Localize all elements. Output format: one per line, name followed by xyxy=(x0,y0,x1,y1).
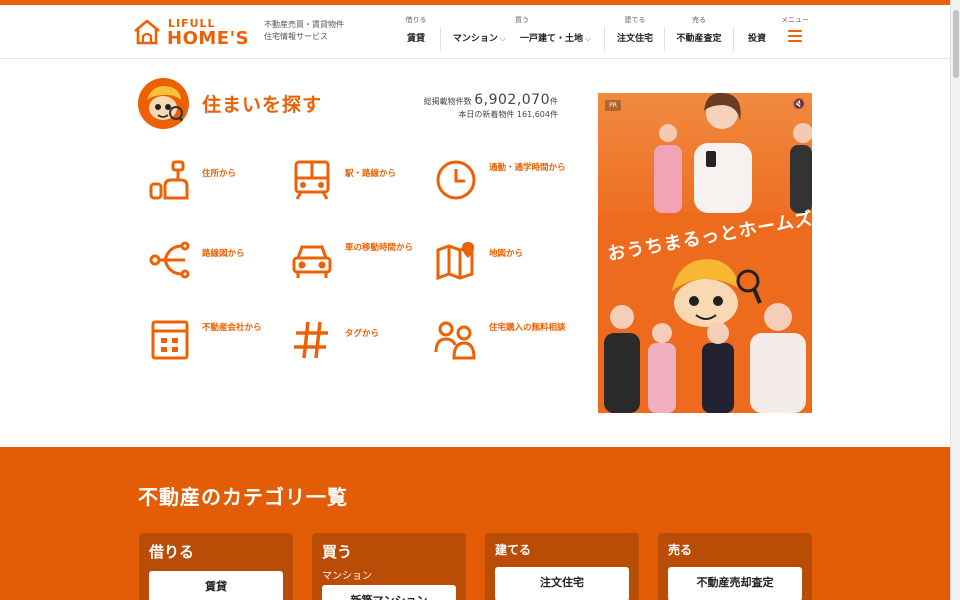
pr-badge: PR xyxy=(605,100,621,111)
ad-photo-area xyxy=(598,93,812,213)
search-method-label: 地図から xyxy=(489,249,524,259)
search-by-tag[interactable]: タグから xyxy=(288,310,428,370)
nav-caption-buy: 買う xyxy=(515,16,529,24)
new-listings-label: 本日の新着物件 xyxy=(458,110,515,119)
nav-group-rent: 借りる 賃貸 xyxy=(398,15,434,51)
nav-item-invest[interactable]: 投資 xyxy=(748,31,766,44)
train-icon xyxy=(294,160,330,200)
search-title: 住まいを探す xyxy=(202,94,323,116)
vertical-scrollbar[interactable] xyxy=(950,0,960,600)
search-method-label: 路線図から xyxy=(202,249,245,259)
nav-caption-spacer xyxy=(742,15,772,25)
site-header: LIFULL HOME'S 不動産売買・賃貸物件 住宅情報サービス 借りる 賃貸… xyxy=(0,5,950,59)
category-button-custom-house[interactable]: 注文住宅 xyxy=(495,567,629,600)
category-card-buy: 買う マンション 新築マンション xyxy=(312,533,466,600)
search-by-address[interactable]: 住所から xyxy=(145,150,285,210)
search-by-commute[interactable]: 通勤・通学時間から xyxy=(432,150,572,210)
total-listings-label: 総掲載物件数 xyxy=(423,97,472,106)
search-header: 住まいを探す 総掲載物件数 6,902,070件 本日の新着物件 161,604… xyxy=(138,78,568,130)
house-logo-icon xyxy=(134,19,160,45)
search-method-label: タグから xyxy=(345,329,380,339)
scrollbar-thumb[interactable] xyxy=(953,10,959,78)
map-icon xyxy=(436,242,474,281)
search-method-label: 駅・路線から xyxy=(345,169,397,179)
tagline-line-2: 住宅情報サービス xyxy=(264,32,328,41)
mascot-avatar xyxy=(138,78,189,129)
search-by-station[interactable]: 駅・路線から xyxy=(288,150,428,210)
category-section: 不動産のカテゴリ一覧 借りる 賃貸 買う マンション 新築マンション 建てる 注… xyxy=(0,447,950,600)
category-card-rent: 借りる 賃貸 xyxy=(139,533,293,600)
nav-caption-rent: 借りる xyxy=(405,16,427,24)
category-subheading: マンション xyxy=(322,571,372,582)
hashtag-icon xyxy=(294,321,328,359)
site-tagline: 不動産売買・賃貸物件 住宅情報サービス xyxy=(264,19,394,43)
nav-divider xyxy=(733,27,734,51)
nav-item-house-land-label: 一戸建て・土地 xyxy=(520,34,584,44)
search-method-label: 車の移動時間から xyxy=(345,243,414,253)
tagline-line-1: 不動産売買・賃貸物件 xyxy=(264,20,344,29)
search-method-label: 不動産会社から xyxy=(202,323,262,333)
search-by-route-map[interactable]: 路線図から xyxy=(145,230,285,290)
address-icon xyxy=(149,160,189,200)
search-by-car-time[interactable]: 車の移動時間から xyxy=(288,230,428,290)
nav-item-mansion-label: マンション xyxy=(452,34,498,44)
clock-icon xyxy=(436,160,476,200)
search-method-label: 住所から xyxy=(202,169,237,179)
free-housing-consultation[interactable]: 住宅購入の無料相談 xyxy=(432,310,572,370)
search-by-company[interactable]: 不動産会社から xyxy=(145,310,285,370)
company-icon xyxy=(151,320,189,360)
nav-caption-build: 建てる xyxy=(624,16,646,24)
category-section-title: 不動産のカテゴリ一覧 xyxy=(138,485,348,509)
nav-group-sell: 売る 不動産査定 xyxy=(672,15,726,51)
logo-main-text: HOME'S xyxy=(167,28,250,49)
nav-divider xyxy=(664,27,665,51)
total-listings-unit: 件 xyxy=(550,97,558,106)
speaker-mute-icon[interactable]: 🔇 xyxy=(793,99,805,110)
search-method-label: 通勤・通学時間から xyxy=(489,163,566,173)
category-button-rent[interactable]: 賃貸 xyxy=(149,571,283,600)
car-icon xyxy=(292,245,332,278)
category-heading: 買う xyxy=(322,543,353,561)
listing-counts: 総掲載物件数 6,902,070件 本日の新着物件 161,604件 xyxy=(410,92,558,120)
category-heading: 借りる xyxy=(149,543,195,561)
nav-group-invest: 投資 xyxy=(742,15,772,51)
search-method-grid: 住所から 駅・路線から 通勤・通学時間から 路線図から 車の移動時間から 地図か… xyxy=(145,150,566,390)
new-listings-value: 161,604 xyxy=(516,110,550,119)
mascot-icon xyxy=(138,78,189,129)
nav-item-house-land[interactable]: 一戸建て・土地 ⌵ xyxy=(520,31,591,44)
chevron-down-icon: ⌵ xyxy=(499,34,506,43)
total-listings-value: 6,902,070 xyxy=(474,92,550,108)
search-by-map[interactable]: 地図から xyxy=(432,230,572,290)
nav-divider xyxy=(604,27,605,51)
chevron-down-icon: ⌵ xyxy=(585,34,592,43)
nav-caption-sell: 売る xyxy=(692,16,706,24)
menu-button[interactable]: メニュー xyxy=(778,15,812,45)
search-method-label: 住宅購入の無料相談 xyxy=(489,323,566,333)
nav-item-custom-house[interactable]: 注文住宅 xyxy=(617,31,653,44)
nav-item-rent[interactable]: 賃貸 xyxy=(407,31,425,44)
category-card-sell: 売る 不動産売却査定 xyxy=(658,533,812,600)
category-button-sale-appraisal[interactable]: 不動産売却査定 xyxy=(668,567,802,600)
category-heading: 建てる xyxy=(495,543,532,557)
category-card-build: 建てる 注文住宅 xyxy=(485,533,639,600)
nav-item-mansion[interactable]: マンション ⌵ xyxy=(453,31,506,44)
route-map-icon xyxy=(149,241,190,279)
consult-icon xyxy=(434,321,476,360)
menu-caption: メニュー xyxy=(781,16,809,24)
site-logo[interactable]: LIFULL HOME'S xyxy=(133,17,253,49)
promo-banner[interactable]: おうちまるっとホームズ PR 🔇 xyxy=(598,93,812,413)
nav-group-buy: 買う マンション ⌵ 一戸建て・土地 ⌵ xyxy=(446,15,598,51)
category-heading: 売る xyxy=(668,543,693,557)
ad-people-illustration xyxy=(654,93,812,213)
nav-group-build: 建てる 注文住宅 xyxy=(612,15,658,51)
hamburger-icon xyxy=(788,30,802,42)
nav-divider xyxy=(440,27,441,51)
category-button-new-mansion[interactable]: 新築マンション xyxy=(322,585,456,600)
nav-item-appraisal[interactable]: 不動産査定 xyxy=(676,31,721,44)
new-listings-unit: 件 xyxy=(550,110,558,119)
